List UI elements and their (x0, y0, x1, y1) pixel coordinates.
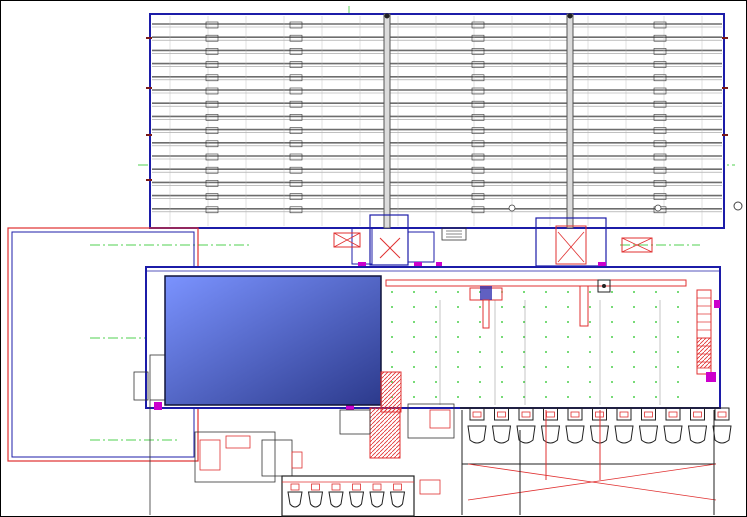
loading-dock (389, 483, 406, 508)
upper-hall (146, 13, 743, 229)
loading-dock (638, 407, 659, 444)
loading-dock (307, 483, 324, 508)
office-block (164, 275, 382, 406)
loading-dock (712, 407, 732, 444)
loading-dock (565, 407, 585, 444)
service-area (149, 400, 455, 515)
loading-dock (369, 483, 385, 508)
loading-dock (287, 483, 303, 508)
loading-docks-right (460, 407, 732, 515)
loading-dock (467, 407, 487, 444)
loading-dock (348, 483, 365, 508)
loading-dock (663, 407, 683, 444)
loading-dock (687, 407, 708, 444)
loading-dock (491, 407, 512, 444)
loading-dock (328, 483, 344, 508)
loading-docks-bottom (281, 475, 415, 517)
floor-plan-drawing (7, 6, 743, 517)
loading-dock (614, 407, 634, 444)
loading-dock (540, 407, 561, 444)
